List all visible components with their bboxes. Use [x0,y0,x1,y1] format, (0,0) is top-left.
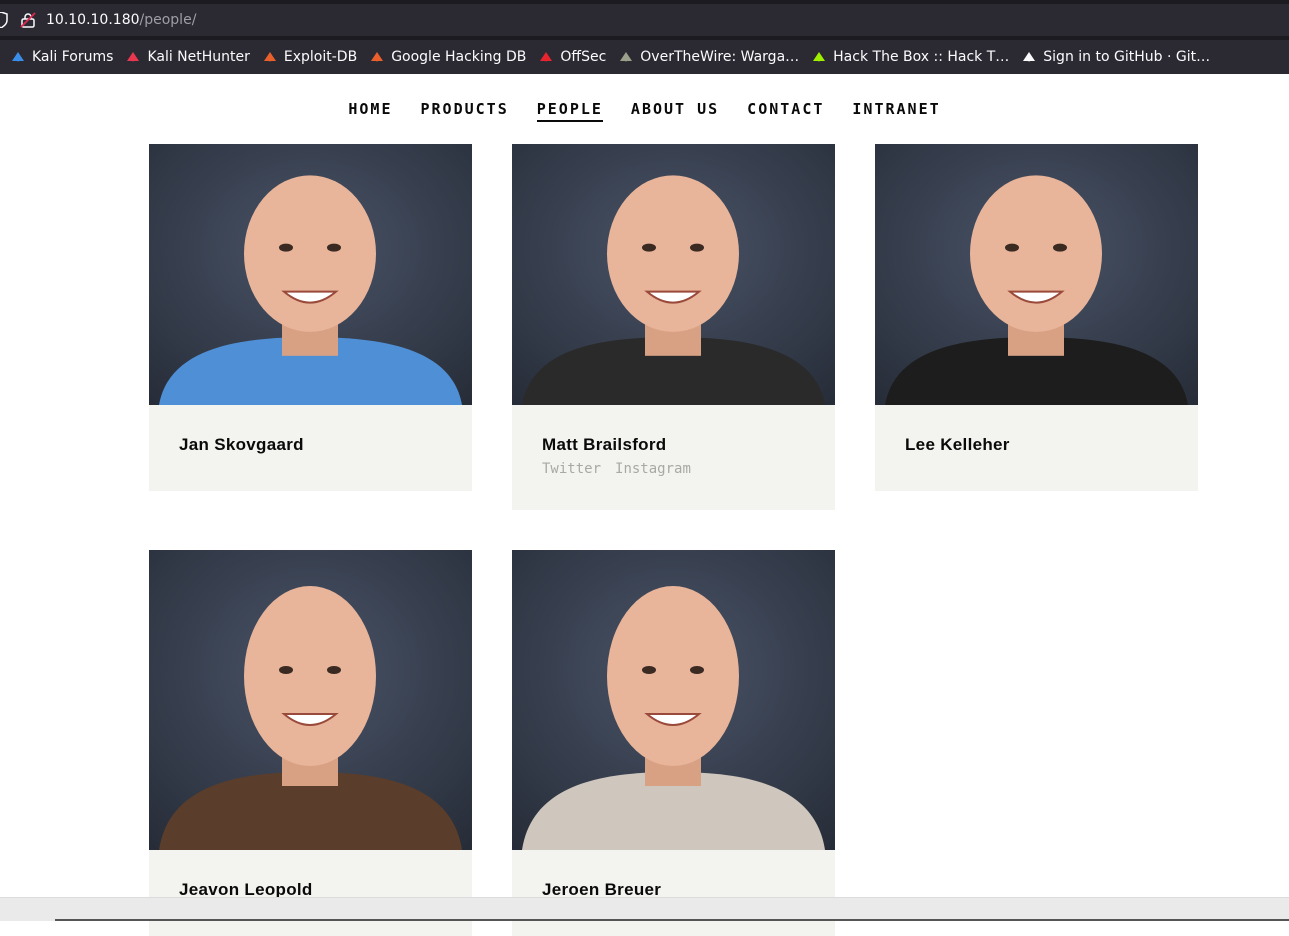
bookmark-label: Kali Forums [32,49,114,65]
person-photo [875,144,1198,405]
person-info: Matt Brailsford Twitter Instagram [512,405,835,510]
person-card: Jeroen Breuer [512,550,835,936]
person-card: Matt Brailsford Twitter Instagram [512,144,835,510]
bookmark-item[interactable]: Kali NetHunter [125,49,250,65]
bookmark-item[interactable]: Exploit-DB [262,49,357,65]
social-links: Twitter Instagram [542,461,805,477]
bookmark-label: Sign in to GitHub · Git… [1043,49,1211,65]
offsec-icon [538,49,554,65]
person-card: Jan Skovgaard [149,144,472,491]
bookmark-item[interactable]: Google Hacking DB [369,49,526,65]
url-host: 10.10.10.180 [46,12,140,28]
url-path: /people/ [139,12,197,28]
address-field[interactable]: 10.10.10.180/people/ [0,4,1289,36]
person-info: Jan Skovgaard [149,405,472,491]
horizontal-scrollbar[interactable] [0,897,1289,921]
bookmark-item[interactable]: Sign in to GitHub · Git… [1021,49,1210,65]
shield-icon[interactable] [0,12,8,28]
person-card: Jeavon Leopold [149,550,472,936]
social-link-instagram[interactable]: Instagram [615,461,691,477]
person-info: Lee Kelleher [875,405,1198,491]
browser-url-bar: 10.10.10.180/people/ [0,0,1289,40]
person-info: Jeroen Breuer [512,850,835,936]
bookmark-label: Exploit-DB [283,49,358,65]
person-info: Jeavon Leopold [149,850,472,936]
kali-forums-icon [10,49,26,65]
bookmark-item[interactable]: OffSec [538,49,606,65]
person-name: Lee Kelleher [905,435,1010,454]
bookmark-label: Google Hacking DB [391,49,527,65]
person-name: Matt Brailsford [542,435,667,454]
nav-link-home[interactable]: HOME [348,100,392,120]
ghdb-icon [369,49,385,65]
exploit-db-icon [262,49,278,65]
bookmark-item[interactable]: OverTheWire: Warga… [618,49,799,65]
person-photo [149,550,472,850]
url-text[interactable]: 10.10.10.180/people/ [46,12,196,28]
hackthebox-icon [811,49,827,65]
person-photo [512,550,835,850]
lock-warning-icon[interactable] [20,12,36,28]
nav-link-people[interactable]: PEOPLE [536,100,603,122]
person-photo [149,144,472,405]
overthewire-icon [618,49,634,65]
person-card: Lee Kelleher [875,144,1198,491]
nav-link-about-us[interactable]: ABOUT US [631,100,719,120]
nav-link-products[interactable]: PRODUCTS [420,100,508,120]
person-photo [512,144,835,405]
github-icon [1021,49,1037,65]
nav-link-intranet[interactable]: INTRANET [852,100,940,120]
bookmark-label: Hack The Box :: Hack T… [833,49,1010,65]
bookmark-item[interactable]: Kali Forums [10,49,113,65]
bookmarks-toolbar: Kali Forums Kali NetHunter Exploit-DB Googl… [0,40,1289,74]
bookmark-label: OffSec [560,49,607,65]
social-link-twitter[interactable]: Twitter [542,461,601,477]
kali-nethunter-icon [125,49,141,65]
bookmark-item[interactable]: Hack The Box :: Hack T… [811,49,1009,65]
bookmark-label: Kali NetHunter [147,49,250,65]
nav-link-contact[interactable]: CONTACT [747,100,824,120]
person-name: Jan Skovgaard [179,435,304,454]
site-navigation: HOME PRODUCTS PEOPLE ABOUT US CONTACT INTRANE… [0,74,1289,144]
bookmark-label: OverTheWire: Warga… [640,49,800,65]
